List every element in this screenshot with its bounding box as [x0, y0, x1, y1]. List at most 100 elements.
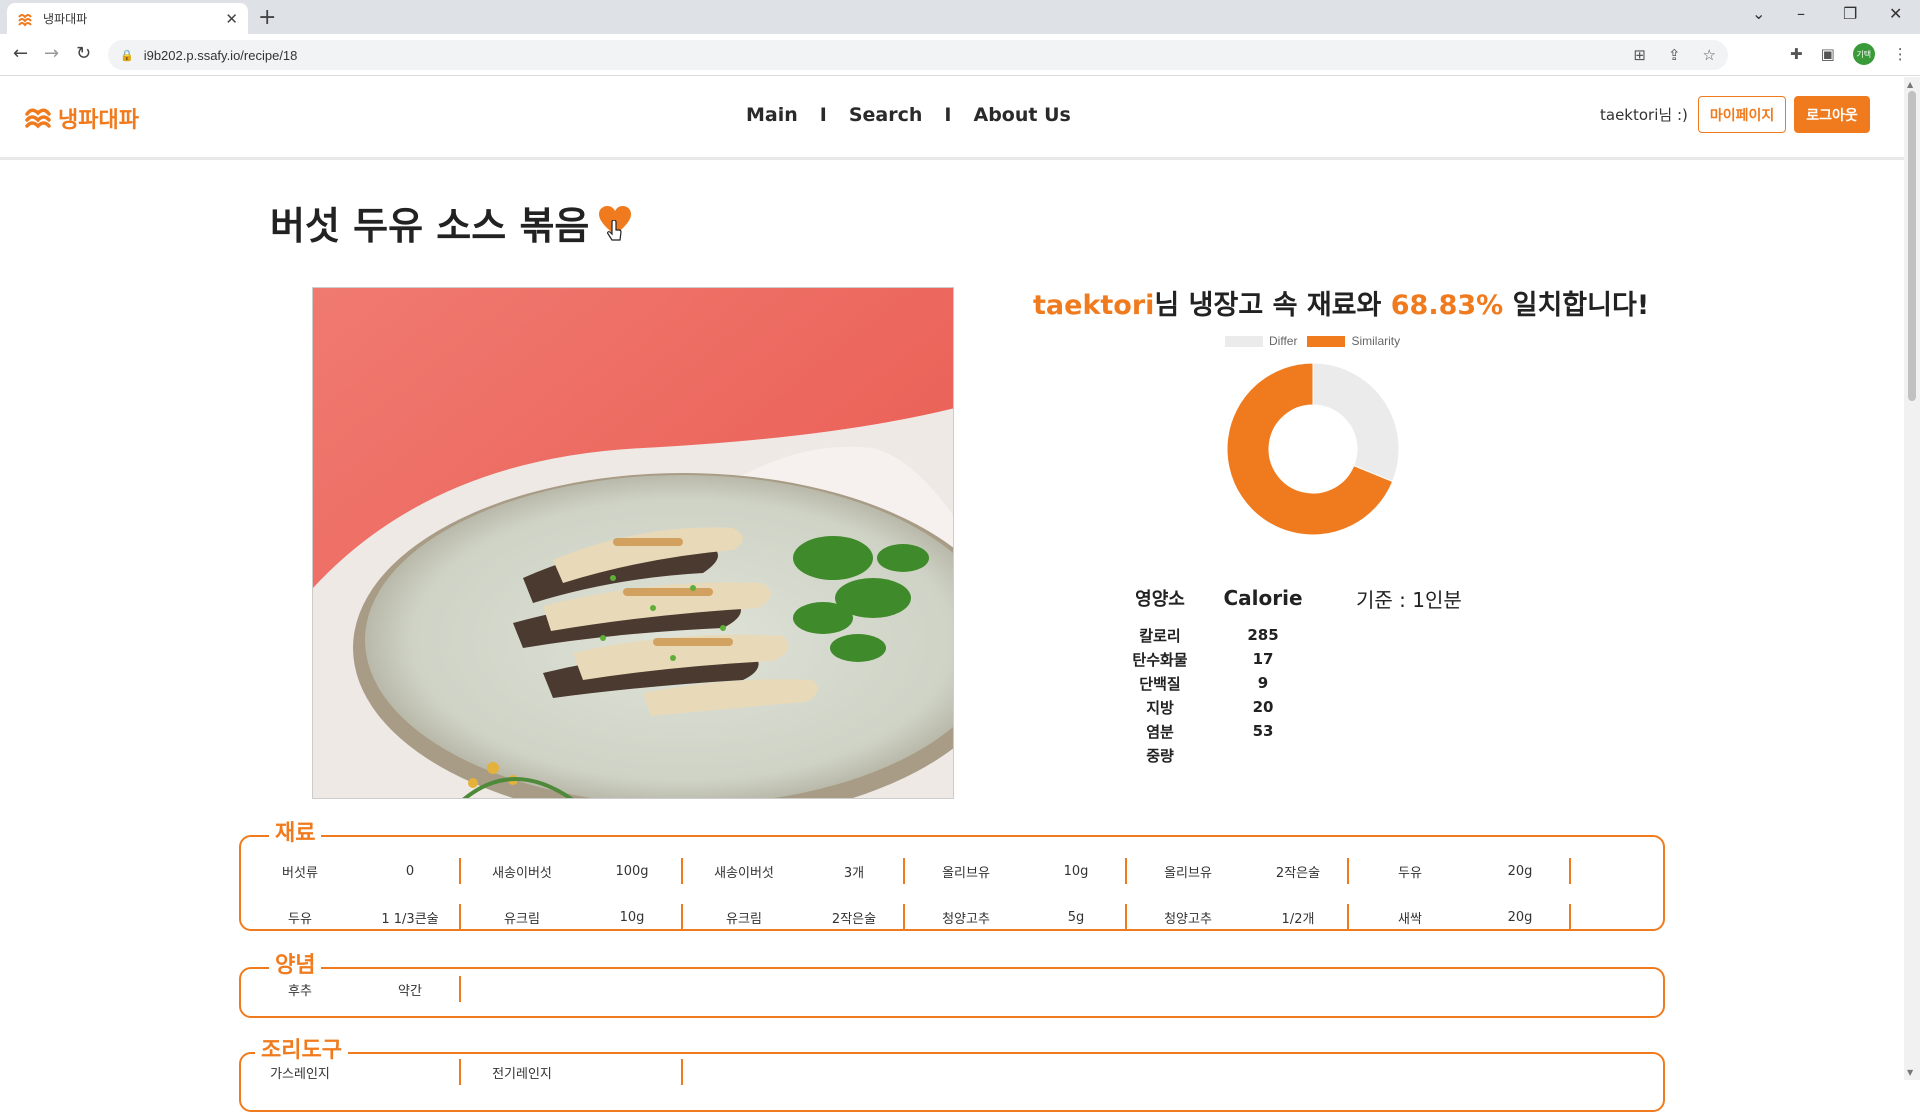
logo-text: 냉파대파: [58, 108, 139, 133]
minimize-icon[interactable]: –: [1797, 4, 1805, 23]
ingredients-item-amount: 1/2개: [1281, 911, 1315, 927]
page-scrollbar[interactable]: ▲ ▼: [1904, 77, 1920, 1080]
nutrition-header: 영양소 Calorie 기준 : 1인분: [1120, 583, 1462, 613]
site-header: 냉파대파 Main I Search I About Us taektori님 …: [0, 77, 1904, 160]
donut-slice-differ[interactable]: [1312, 362, 1400, 483]
lock-icon: 🔒: [120, 48, 134, 62]
tools-item-name: 전기레인지: [492, 1066, 552, 1082]
column-divider: [681, 1059, 683, 1085]
recipe-photo: [312, 287, 954, 799]
ingredients-item-amount: 20g: [1507, 909, 1533, 925]
legend-label-similarity: Similarity: [1351, 334, 1401, 348]
site-logo[interactable]: 냉파대파: [24, 102, 139, 134]
recipe-photo-illustration: [313, 288, 953, 798]
ingredients-item-name: 새싹: [1398, 911, 1422, 927]
close-window-icon[interactable]: ✕: [1889, 4, 1902, 23]
nav-separator: I: [819, 104, 827, 126]
match-user: taektori: [1033, 290, 1155, 321]
nutrient-name: 염분: [1146, 722, 1174, 741]
match-summary: taektori님 냉장고 속 재료와 68.83% 일치합니다!: [1033, 283, 1649, 322]
ingredients-item-name: 새송이버섯: [714, 865, 774, 881]
ingredients-item-name: 두유: [288, 911, 312, 927]
seasoning-item-amount: 약간: [398, 983, 422, 999]
address-bar[interactable]: 🔒 i9b202.p.ssafy.io/recipe/18 ⊞ ⇪ ☆: [108, 40, 1728, 70]
scroll-down-icon[interactable]: ▼: [1907, 1068, 1913, 1077]
legend-item-similarity[interactable]: Similarity: [1307, 334, 1400, 348]
ingredients-item-name: 올리브유: [1164, 865, 1212, 881]
user-greeting: taektori님 :): [1600, 106, 1688, 124]
ingredients-item-amount: 2작은술: [831, 911, 877, 927]
nav-search[interactable]: Search: [849, 104, 923, 126]
ingredients-label: 재료: [269, 815, 322, 847]
tab-close-icon[interactable]: ✕: [225, 10, 238, 28]
legend-swatch-differ: [1225, 335, 1263, 347]
nutrient-value: 17: [1252, 650, 1274, 668]
nutrient-column-header: 영양소: [1135, 589, 1185, 610]
match-text-mid: 님 냉장고 속 재료와: [1154, 290, 1391, 321]
ingredients-item-name: 올리브유: [942, 865, 990, 881]
tab-title: 냉파대파: [43, 12, 88, 26]
nutrition-table: 영양소 Calorie 기준 : 1인분 칼로리 285 탄수화물 17 단백질 9 지방 2…: [1120, 583, 1462, 767]
ingredients-item-name: 유크림: [504, 911, 540, 927]
reload-icon[interactable]: ↻: [76, 43, 91, 64]
legend-swatch-similarity: [1307, 335, 1346, 347]
side-panel-icon[interactable]: ▣: [1821, 45, 1835, 63]
new-tab-icon[interactable]: +: [258, 5, 276, 30]
url-text: i9b202.p.ssafy.io/recipe/18: [143, 47, 298, 63]
browser-tab[interactable]: 냉파대파 ✕: [7, 3, 248, 34]
browser-menu-icon[interactable]: ⋮: [1893, 45, 1908, 63]
nutrient-value: 9: [1257, 674, 1269, 692]
main-nav: Main I Search I About Us: [746, 104, 1071, 126]
ingredients-item-amount: 10g: [1063, 863, 1089, 879]
column-divider: [1569, 858, 1571, 884]
serving-basis: 기준 : 1인분: [1356, 587, 1462, 612]
nutrient-name: 칼로리: [1139, 626, 1181, 645]
forward-icon[interactable]: →: [44, 43, 59, 64]
tools-item-name: 가스레인지: [270, 1066, 330, 1082]
seasoning-row: 후추 약간: [239, 976, 461, 1002]
restore-icon[interactable]: ❐: [1843, 4, 1857, 23]
nutrient-name: 탄수화물: [1132, 650, 1188, 669]
share-icon[interactable]: ⇪: [1668, 46, 1681, 64]
seasoning-section: 양념 후추 약간: [239, 947, 1665, 1018]
similarity-donut-chart[interactable]: [1225, 361, 1401, 537]
back-icon[interactable]: ←: [13, 43, 28, 64]
ingredients-item-amount: 3개: [843, 865, 865, 881]
mouse-pointer-icon: [606, 220, 622, 241]
bookmark-star-icon[interactable]: ☆: [1703, 46, 1716, 64]
legend-item-differ[interactable]: Differ: [1225, 334, 1297, 348]
tab-search-icon[interactable]: ⌄: [1752, 4, 1765, 23]
calorie-column-header: Calorie: [1223, 586, 1303, 610]
nav-main[interactable]: Main: [746, 104, 798, 126]
ingredients-row: 두유 1 1/3큰술 유크림 10g 유크림 2작은술 청양고추 5g 청양고추 1/2개 새싹 20…: [239, 904, 1571, 930]
translate-icon[interactable]: ⊞: [1633, 46, 1646, 64]
logout-button[interactable]: 로그아웃: [1794, 96, 1870, 133]
nutrition-row: 단백질 9: [1120, 671, 1462, 695]
ingredients-item-name: 두유: [1398, 865, 1422, 881]
scroll-up-icon[interactable]: ▲: [1907, 80, 1913, 89]
extensions-puzzle-icon[interactable]: ✚: [1790, 45, 1803, 63]
ingredients-item-name: 청양고추: [942, 911, 990, 927]
ingredients-item-amount: 2작은술: [1275, 865, 1321, 881]
recipe-title: 버섯 두유 소스 볶음: [270, 204, 590, 248]
ingredients-item-name: 유크림: [726, 911, 762, 927]
nutrient-value: 285: [1247, 626, 1279, 644]
scrollbar-thumb[interactable]: [1908, 91, 1916, 401]
seasoning-item-name: 후추: [288, 983, 312, 999]
nutrition-row: 탄수화물 17: [1120, 647, 1462, 671]
mypage-button[interactable]: 마이페이지: [1697, 96, 1787, 133]
column-divider: [1569, 904, 1571, 930]
nutrient-value: 53: [1252, 722, 1274, 740]
legend-label-differ: Differ: [1269, 334, 1298, 348]
ingredients-item-amount: 100g: [615, 863, 649, 879]
ingredients-item-amount: 10g: [619, 909, 645, 925]
match-text-end: 일치합니다!: [1503, 290, 1650, 321]
extension-area: ✚ ▣ 기택 ⋮: [1790, 43, 1908, 65]
nutrition-row: 칼로리 285: [1120, 623, 1462, 647]
logo-wave-icon: [25, 108, 51, 129]
nav-separator: I: [944, 104, 952, 126]
seasoning-label: 양념: [269, 947, 322, 979]
profile-avatar[interactable]: 기택: [1852, 43, 1875, 65]
nav-about-us[interactable]: About Us: [974, 104, 1071, 126]
tools-section: 조리도구 가스레인지 전기레인지: [239, 1032, 1665, 1112]
